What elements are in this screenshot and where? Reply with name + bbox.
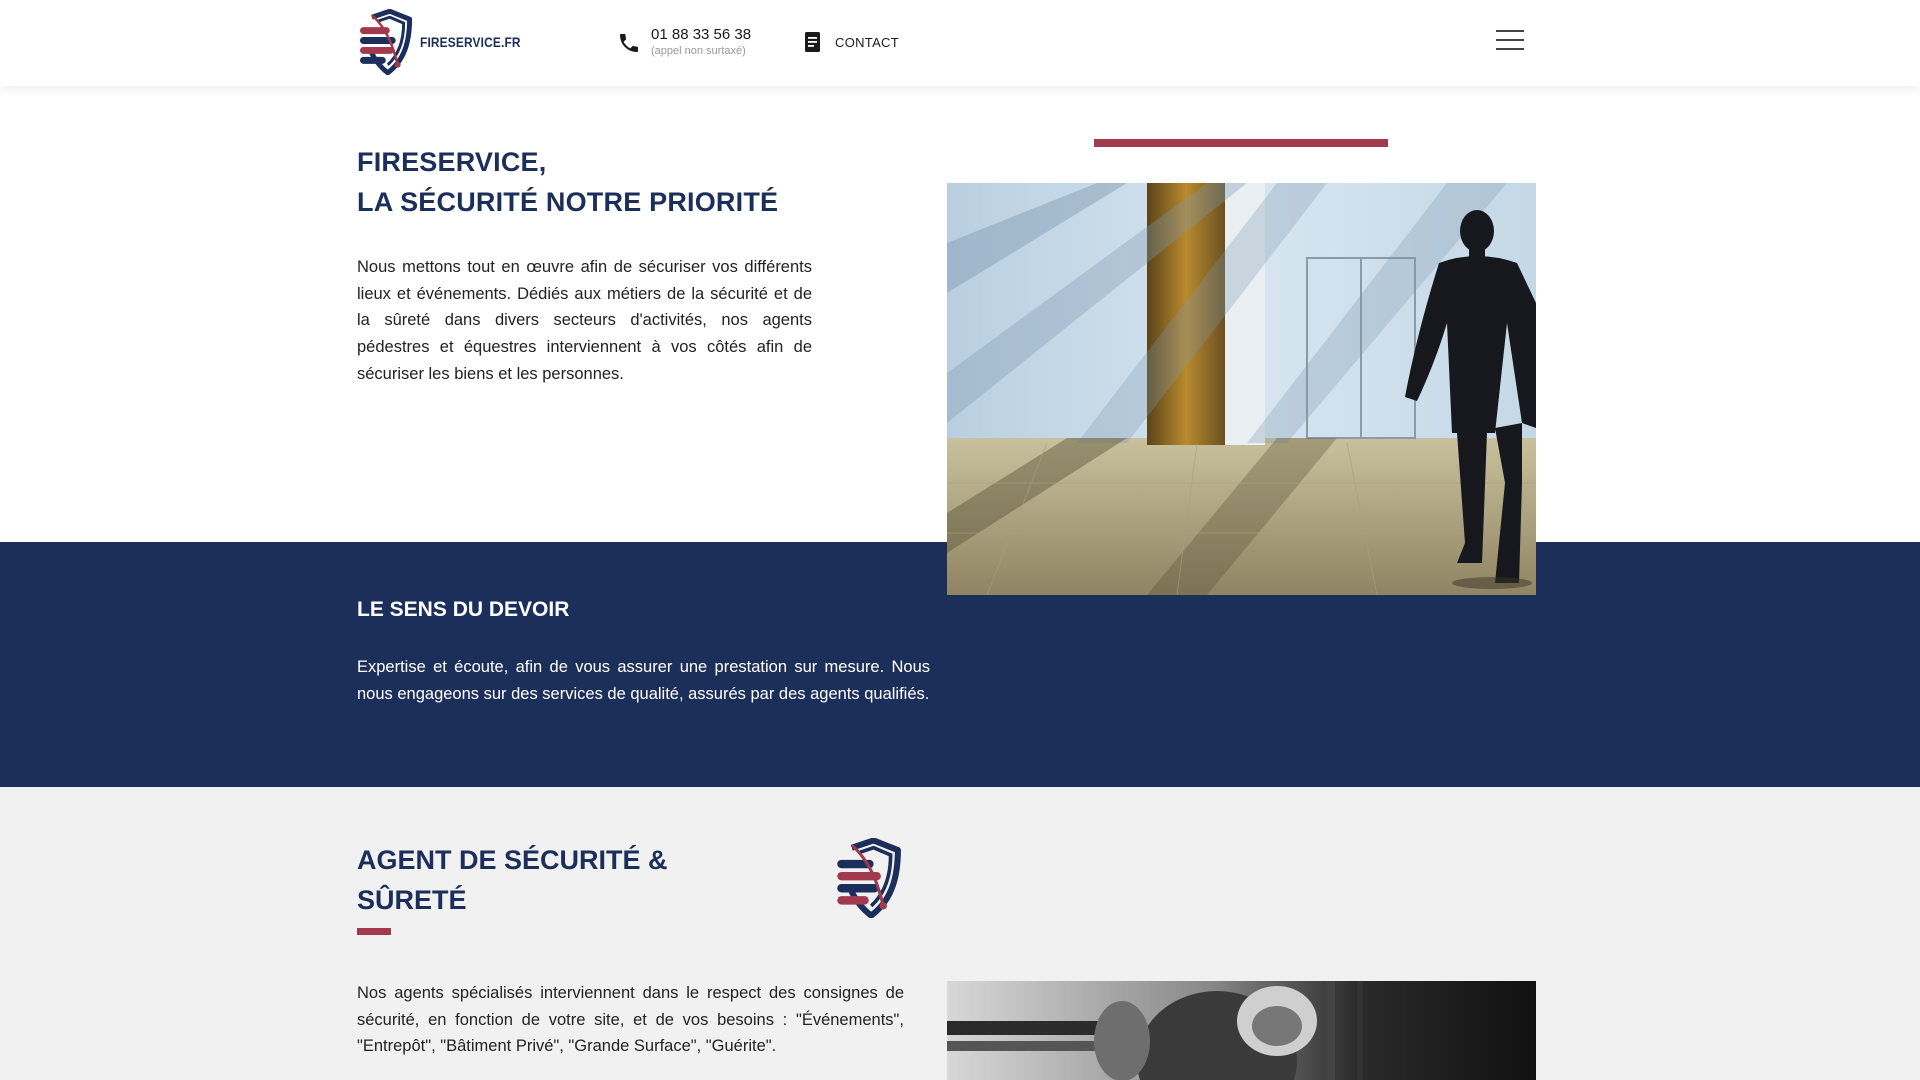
shield-logo-icon [359,9,413,75]
logo-text: FIRESERVICE.FR [419,34,521,50]
hero-text: Nous mettons tout en œuvre afin de sécur… [357,258,812,383]
shield-logo-icon [837,838,901,918]
menu-line [1496,48,1524,50]
duty-title: LE SENS DU DEVOIR [357,598,570,621]
contact-label[interactable]: CONTACT [835,35,899,50]
hero-title-line1: FIRESERVICE, [357,147,547,177]
site-logo[interactable]: FIRESERVICE.FR [358,8,538,76]
site-header: FIRESERVICE.FR 01 88 33 56 38 (appel non… [0,0,1920,86]
agent-accent-bar [357,928,391,935]
menu-line [1496,39,1524,41]
agent-title-line1: AGENT DE SÉCURITÉ & [357,845,668,875]
contact-link[interactable]: CONTACT [803,31,899,53]
accent-bar [1094,139,1388,147]
agent-title-line2: SÛRETÉ [357,885,467,915]
hamburger-menu-icon[interactable] [1496,30,1524,54]
hero-title: FIRESERVICE, LA SÉCURITÉ NOTRE PRIORITÉ [357,142,778,222]
agent-headset-photo [947,981,1536,1080]
menu-line [1496,30,1524,32]
phone-number[interactable]: 01 88 33 56 38 [651,26,751,44]
agent-text: Nos agents spécialisés interviennent dan… [357,984,904,1056]
duty-text: Expertise et écoute, afin de vous assure… [357,658,930,703]
phone-note: (appel non surtaxé) [651,45,746,57]
phone-block[interactable]: 01 88 33 56 38 (appel non surtaxé) [617,26,751,58]
phone-icon [620,34,638,52]
hero-title-line2: LA SÉCURITÉ NOTRE PRIORITÉ [357,187,779,217]
security-agent-photo [947,183,1536,595]
document-icon [805,32,820,52]
agent-title: AGENT DE SÉCURITÉ & SÛRETÉ [357,840,668,920]
